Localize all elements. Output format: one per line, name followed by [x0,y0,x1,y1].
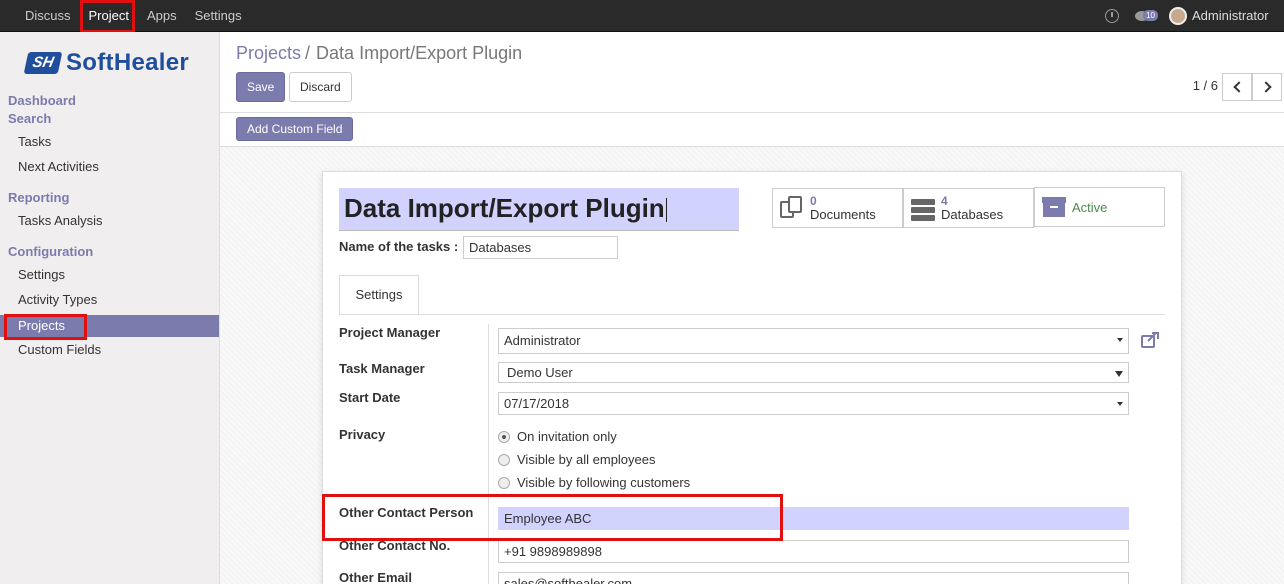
app-menu: Discuss Project Apps Settings [0,0,251,31]
sidebar-item-activity-types[interactable]: Activity Types [0,289,219,311]
breadcrumb-separator: / [305,43,311,63]
other-contact-person-input[interactable]: Employee ABC [498,507,1129,530]
other-contact-no-label: Other Contact No. [339,538,451,553]
form-sheet: Data Import/Export Plugin 0 Documents 4 … [322,171,1182,584]
chevron-down-icon [1115,371,1123,377]
chat-badge: 10 [1143,9,1158,21]
task-manager-label: Task Manager [339,361,425,376]
sidebar-item-custom-fields[interactable]: Custom Fields [0,339,219,361]
project-title-input[interactable]: Data Import/Export Plugin [339,188,739,231]
archive-icon [1042,195,1066,219]
chat-icon[interactable]: 10 [1135,9,1158,23]
start-date-label: Start Date [339,390,401,405]
project-title-text: Data Import/Export Plugin [344,193,665,223]
breadcrumb-current: Data Import/Export Plugin [316,43,523,63]
other-email-label: Other Email [339,570,412,584]
sidebar-item-dashboard[interactable]: Dashboard [8,93,76,108]
text-cursor [665,198,667,223]
control-panel: Projects / Data Import/Export Plugin Save … [220,32,1284,113]
project-manager-value: Administrator [504,333,581,348]
documents-button[interactable]: 0 Documents [772,188,903,228]
breadcrumb-projects-link[interactable]: Projects [236,43,301,63]
databases-label: Databases [941,206,1004,222]
database-icon [911,196,935,221]
user-avatar[interactable] [1169,6,1187,25]
softhealer-logo: SH SoftHealer [23,49,190,76]
tab-divider [339,314,1165,315]
documents-label: Documents [810,206,876,222]
sidebar-item-settings[interactable]: Settings [0,264,219,286]
other-contact-person-label: Other Contact Person [339,505,474,520]
other-email-input[interactable]: sales@softhealer.com [498,572,1129,584]
tab-settings[interactable]: Settings [339,275,419,315]
systray: 10 Administrator [1105,0,1284,31]
documents-count: 0 [810,193,817,208]
sidebar-item-next-activities[interactable]: Next Activities [0,156,219,178]
logo-text: SoftHealer [66,49,190,76]
sidebar-item-search[interactable]: Search [8,111,51,126]
logo-mark: SH [23,52,63,74]
breadcrumb: Projects / Data Import/Export Plugin [236,43,522,64]
sidebar-item-reporting[interactable]: Reporting [8,190,69,205]
sidebar-item-configuration[interactable]: Configuration [8,244,93,259]
discard-button[interactable]: Discard [289,72,352,102]
chevron-down-icon [1117,402,1123,406]
name-of-tasks-label: Name of the tasks : [339,239,459,254]
pager-next-button[interactable] [1252,73,1282,101]
task-manager-select[interactable]: Demo User [498,362,1129,383]
menu-apps[interactable]: Apps [138,0,186,31]
privacy-option-customers[interactable]: Visible by following customers [498,475,690,490]
save-button[interactable]: Save [236,72,286,102]
privacy-option-label: Visible by all employees [517,452,656,467]
task-manager-value: Demo User [507,365,573,380]
sidebar-item-tasks-analysis[interactable]: Tasks Analysis [0,210,219,232]
privacy-label: Privacy [339,427,386,442]
user-name[interactable]: Administrator [1192,8,1284,23]
other-contact-no-input[interactable]: +91 9898989898 [498,540,1129,563]
label-column-divider [488,324,489,584]
active-label: Active [1072,199,1108,215]
project-manager-select[interactable]: Administrator [498,328,1129,354]
privacy-option-invitation[interactable]: On invitation only [498,429,617,444]
radio-selected[interactable] [498,430,510,443]
external-link-icon[interactable] [1141,332,1159,348]
documents-icon [780,196,804,220]
add-custom-field-button[interactable]: Add Custom Field [236,117,354,141]
radio-unselected[interactable] [498,476,510,489]
custom-field-bar: Add Custom Field [220,113,1284,147]
privacy-option-label: On invitation only [517,429,617,444]
sidebar-item-tasks[interactable]: Tasks [0,131,219,153]
name-of-tasks-input[interactable]: Databases [463,236,618,259]
databases-button[interactable]: 4 Databases [903,188,1034,228]
pager-value[interactable]: 1 / 6 [1193,78,1218,93]
chevron-right-icon [1259,81,1272,93]
radio-unselected[interactable] [498,453,510,466]
sidebar-item-projects[interactable]: Projects [0,315,219,337]
active-toggle-button[interactable]: Active [1034,187,1165,227]
activity-clock-icon[interactable] [1105,8,1119,23]
pager-previous-button[interactable] [1222,73,1252,101]
start-date-input[interactable]: 07/17/2018 [498,392,1129,415]
project-manager-label: Project Manager [339,325,441,340]
menu-settings[interactable]: Settings [186,0,251,31]
chevron-down-icon [1117,338,1123,342]
privacy-option-label: Visible by following customers [517,475,691,490]
menu-discuss[interactable]: Discuss [16,0,80,31]
menu-project[interactable]: Project [80,0,138,31]
sidebar: SH SoftHealer Dashboard Search Tasks Nex… [0,32,220,584]
top-navbar: Discuss Project Apps Settings 10 Adminis… [0,0,1284,32]
privacy-option-employees[interactable]: Visible by all employees [498,452,656,467]
chevron-left-icon [1232,81,1245,93]
start-date-value: 07/17/2018 [504,396,570,411]
databases-count: 4 [941,193,948,208]
form-content-area: Data Import/Export Plugin 0 Documents 4 … [220,147,1284,584]
